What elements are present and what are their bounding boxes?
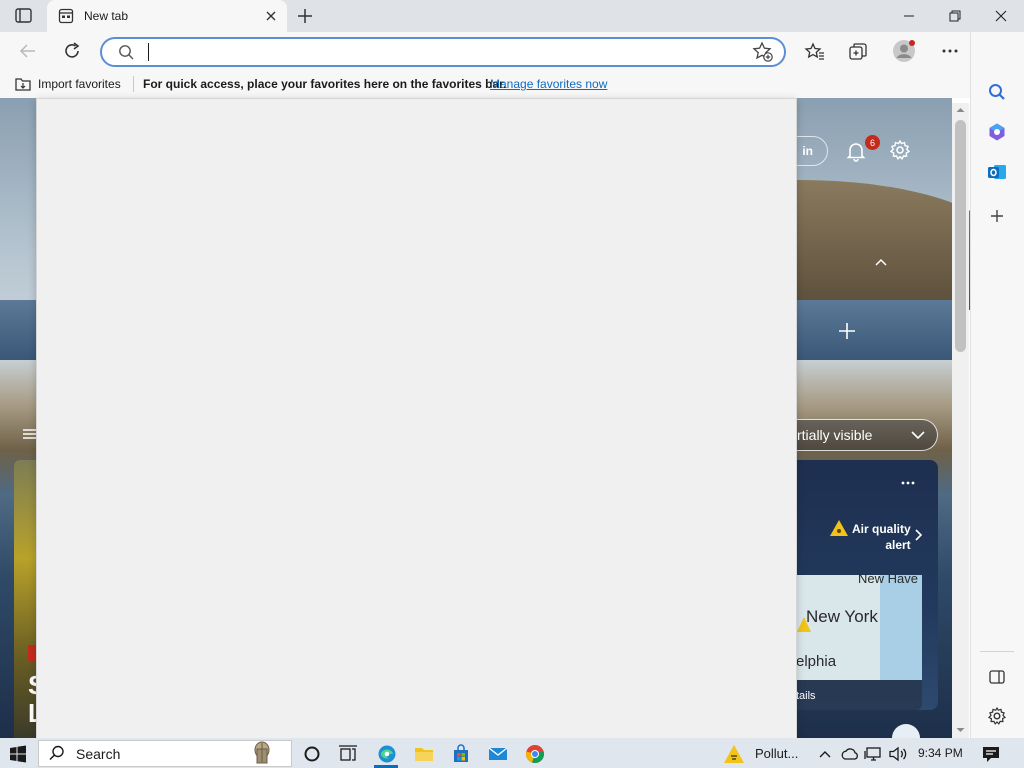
taskbar-search-label: Search — [76, 746, 121, 762]
close-window-icon[interactable] — [978, 0, 1024, 32]
task-view-icon[interactable] — [336, 742, 360, 766]
import-favorites-button[interactable]: Import favorites — [38, 77, 121, 91]
chrome-icon[interactable] — [523, 742, 547, 766]
sign-in-label: in — [802, 144, 813, 158]
more-options-icon[interactable] — [940, 44, 960, 58]
manage-favorites-link[interactable]: Manage favorites now — [490, 77, 607, 91]
taskbar-weather-text[interactable]: Pollut... — [755, 746, 798, 761]
tab-new-tab[interactable] — [47, 0, 287, 32]
close-tab-icon[interactable] — [264, 9, 278, 23]
pollution-weather-icon[interactable] — [722, 742, 746, 766]
add-quick-link-icon[interactable] — [837, 321, 857, 341]
map-label-philadelphia: elphia — [796, 653, 837, 670]
edge-taskbar-icon[interactable] — [375, 742, 399, 766]
windows-start-icon[interactable] — [6, 742, 30, 766]
sidebar-outlook-icon[interactable] — [987, 162, 1007, 182]
search-icon — [117, 43, 135, 61]
map-label-new-york: New York — [806, 607, 878, 626]
add-favorite-icon[interactable] — [752, 41, 774, 63]
favorites-icon[interactable] — [804, 41, 826, 63]
chevron-down-icon — [910, 428, 926, 442]
taskbar-search-icon — [48, 744, 66, 762]
sidebar-settings-icon[interactable] — [987, 706, 1007, 726]
sidebar-copilot-icon[interactable] — [987, 122, 1007, 142]
card-more-icon[interactable] — [898, 478, 918, 488]
sidebar-divider — [980, 651, 1014, 652]
see-details-link[interactable]: tails — [796, 690, 816, 702]
collapse-chevron-icon[interactable] — [873, 256, 889, 268]
address-suggestion-panel — [36, 98, 797, 740]
volume-icon[interactable] — [886, 742, 910, 766]
air-quality-warning-icon — [829, 519, 849, 537]
map-ocean — [880, 575, 922, 680]
import-favorites-icon[interactable] — [14, 76, 32, 92]
refresh-icon[interactable] — [62, 41, 82, 61]
sidebar-add-icon[interactable] — [988, 207, 1006, 225]
back-icon[interactable] — [18, 42, 38, 60]
scrollbar-thumb[interactable] — [955, 120, 966, 352]
search-highlight-icon[interactable] — [248, 740, 276, 767]
map-label-new-haven: New Have — [858, 571, 918, 586]
mail-icon[interactable] — [486, 742, 510, 766]
new-tab-page-icon — [58, 8, 74, 24]
air-quality-alert[interactable]: Air quality alert — [852, 521, 911, 553]
scroll-down-icon[interactable] — [955, 726, 966, 734]
favorites-hint-text: For quick access, place your favorites h… — [143, 77, 507, 91]
action-center-icon[interactable] — [979, 742, 1003, 766]
show-hidden-icons-chevron[interactable] — [813, 742, 837, 766]
split-screen-icon[interactable] — [988, 668, 1006, 686]
air-quality-alert-line2: alert — [885, 538, 911, 552]
file-explorer-icon[interactable] — [412, 742, 436, 766]
minimize-icon[interactable] — [886, 0, 932, 32]
page-settings-icon[interactable] — [889, 139, 911, 161]
onedrive-icon[interactable] — [838, 742, 862, 766]
new-tab-icon[interactable] — [296, 7, 314, 25]
notification-count-badge: 6 — [865, 135, 880, 150]
air-quality-alert-line1: Air quality — [852, 522, 911, 536]
tab-title: New tab — [84, 9, 129, 23]
microsoft-store-icon[interactable] — [449, 742, 473, 766]
taskbar-clock[interactable]: 9:34 PM — [918, 746, 963, 760]
tab-actions-icon[interactable] — [14, 7, 34, 25]
text-caret — [148, 43, 149, 61]
profile-avatar[interactable] — [892, 39, 916, 63]
collections-icon[interactable] — [847, 41, 869, 63]
chevron-right-icon[interactable] — [912, 528, 924, 542]
address-input[interactable] — [146, 42, 736, 62]
content-visibility-label: rtially visible — [797, 427, 873, 443]
notifications-bell-icon[interactable] — [845, 140, 867, 162]
cortana-icon[interactable] — [300, 742, 324, 766]
scroll-up-icon[interactable] — [955, 106, 966, 114]
sidebar-search-icon[interactable] — [987, 82, 1007, 102]
restore-icon[interactable] — [932, 0, 978, 32]
network-icon[interactable] — [862, 742, 886, 766]
favorites-separator — [133, 76, 134, 92]
